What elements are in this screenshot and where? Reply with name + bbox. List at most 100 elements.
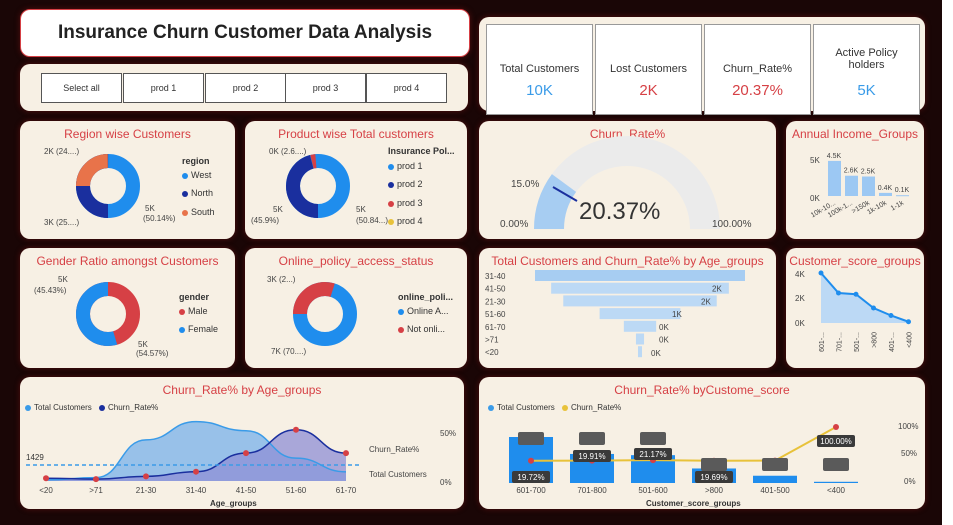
- score-churn-chart[interactable]: 19.72% 19.91% 21.17% 19.69% 100.00% 601-700 70…: [479, 377, 925, 509]
- gender-donut-card: Gender Ratio amongst Customers 5K (45.43…: [20, 248, 235, 368]
- score-groups-card: Customer_score_groups 4K 2K 0K 601-... 70…: [786, 248, 924, 368]
- x-tick: >800: [872, 332, 879, 348]
- legend-item-not-online[interactable]: Not onli...: [398, 324, 445, 334]
- y-tick: <20: [485, 348, 499, 357]
- churn-point: [833, 424, 839, 430]
- legend-title: Insurance Pol...: [388, 146, 455, 156]
- x-tick: 701-...: [837, 332, 844, 352]
- churn-point: [193, 468, 199, 475]
- legend-dot: [182, 172, 188, 179]
- legend-item-prod1[interactable]: prod 1: [388, 161, 423, 171]
- x-tick: <20: [39, 486, 53, 495]
- title-card: Insurance Churn Customer Data Analysis: [20, 9, 470, 57]
- kpi-value: 10K: [526, 82, 553, 99]
- product-donut[interactable]: [278, 146, 358, 226]
- page-title: Insurance Churn Customer Data Analysis: [57, 22, 433, 43]
- legend-item-north[interactable]: North: [182, 188, 213, 198]
- region-donut-card: Region wise Customers 2K (24....) 3K (25…: [20, 121, 235, 239]
- data-point: [818, 270, 824, 276]
- kpi-active-policy-holders: Active Policy holders 5K: [813, 24, 920, 115]
- legend-item-male[interactable]: Male: [179, 306, 208, 316]
- legend-dot: [182, 209, 188, 216]
- data-label: 0K: [659, 336, 669, 345]
- score-groups-area[interactable]: 601-... 701-... 501-... >800 401-... <400: [786, 248, 924, 368]
- churn-point: [243, 450, 249, 457]
- legend-item-online[interactable]: Online A...: [398, 306, 449, 316]
- legend-dot: [182, 190, 188, 197]
- filter-prod-1[interactable]: prod 1: [123, 73, 204, 103]
- data-label: 2K: [701, 297, 711, 306]
- x-tick: <400: [907, 332, 914, 348]
- slice-label: 7K (70....): [271, 347, 307, 356]
- y-tick: 21-30: [485, 297, 506, 306]
- x-tick: >800: [705, 486, 724, 495]
- gauge-value: 20.37%: [579, 198, 661, 225]
- x-tick: 21-30: [136, 486, 157, 495]
- legend-dot: [398, 326, 404, 333]
- slice-label: 3K (2...): [267, 275, 296, 284]
- legend-item-prod4[interactable]: prod 4: [388, 216, 423, 226]
- legend-item-prod3[interactable]: prod 3: [388, 198, 423, 208]
- online-donut[interactable]: [285, 274, 365, 354]
- x-tick: 1-1k: [890, 199, 906, 212]
- kpi-lost-customers: Lost Customers 2K: [595, 24, 702, 115]
- card-title: Gender Ratio amongst Customers: [36, 254, 219, 268]
- income-bar: [828, 160, 841, 196]
- income-bars[interactable]: 4.5K10k-10...2.6K100k-1...2.5K>150k0.4K1…: [786, 121, 924, 239]
- data-label: 0.4K: [878, 185, 893, 192]
- churn-point: [143, 473, 149, 480]
- legend-item-south[interactable]: South: [182, 207, 215, 217]
- age-funnel[interactable]: 31-4041-5021-3051-6061-70>71<202K2K1K0K0…: [479, 248, 776, 368]
- funnel-bar: [563, 295, 717, 307]
- slice-label: (54.57%): [136, 349, 169, 358]
- funnel-bar: [535, 270, 745, 281]
- churn-point: [93, 476, 99, 483]
- churn-point: [343, 450, 349, 457]
- slice-label: 5K: [356, 205, 366, 214]
- data-point: [836, 290, 841, 296]
- legend-dot: [179, 326, 185, 333]
- slice-label: 3K (25....): [44, 218, 80, 227]
- filter-prod-2[interactable]: prod 2: [205, 73, 286, 103]
- card-title: Online_policy_access_status: [278, 254, 434, 268]
- data-label: 19.72%: [517, 473, 544, 482]
- card-title: Region wise Customers: [64, 127, 191, 141]
- age-churn-card: Churn_Rate% by Age_groups Total Customer…: [20, 377, 464, 509]
- total-bar: [814, 481, 858, 483]
- x-tick: 61-70: [336, 486, 357, 495]
- area-fill: [821, 273, 909, 323]
- x-tick: 1k-10k: [866, 199, 888, 216]
- legend-item-prod2[interactable]: prod 2: [388, 179, 423, 189]
- legend-dot: [388, 218, 394, 225]
- slice-label: 5K: [145, 204, 155, 213]
- filter-select-all[interactable]: Select all: [41, 73, 122, 103]
- y-tick: 51-60: [485, 310, 506, 319]
- legend-item-female[interactable]: Female: [179, 324, 218, 334]
- x-tick: 31-40: [186, 486, 207, 495]
- x-tick: 701-800: [577, 486, 607, 495]
- slice-label: 5K: [138, 340, 148, 349]
- x-tick: >71: [89, 486, 103, 495]
- legend-item-west[interactable]: West: [182, 170, 211, 180]
- kpi-value: 5K: [857, 82, 876, 99]
- data-label: 0K: [651, 349, 661, 358]
- data-label: 2K: [712, 285, 722, 294]
- x-tick: 501-...: [854, 332, 861, 352]
- region-donut[interactable]: [68, 146, 148, 226]
- data-label: 4.5K: [827, 153, 842, 160]
- y-tick: 31-40: [485, 272, 506, 281]
- tooltip-box: [640, 432, 666, 445]
- x-tick: 51-60: [286, 486, 307, 495]
- gender-donut[interactable]: [68, 274, 148, 354]
- data-point: [906, 319, 911, 325]
- age-churn-chart[interactable]: <20 >71 21-30 31-40 41-50 51-60 61-70: [20, 377, 464, 509]
- income-bar: [845, 175, 858, 196]
- legend-title: gender: [179, 292, 210, 302]
- kpi-total-customers: Total Customers 10K: [486, 24, 593, 115]
- funnel-bar: [599, 308, 681, 320]
- tooltip-box: [701, 458, 727, 471]
- slice-label: (45.43%): [34, 286, 67, 295]
- data-label: 19.69%: [700, 473, 727, 482]
- filter-prod-4[interactable]: prod 4: [366, 73, 447, 103]
- filter-prod-3[interactable]: prod 3: [285, 73, 366, 103]
